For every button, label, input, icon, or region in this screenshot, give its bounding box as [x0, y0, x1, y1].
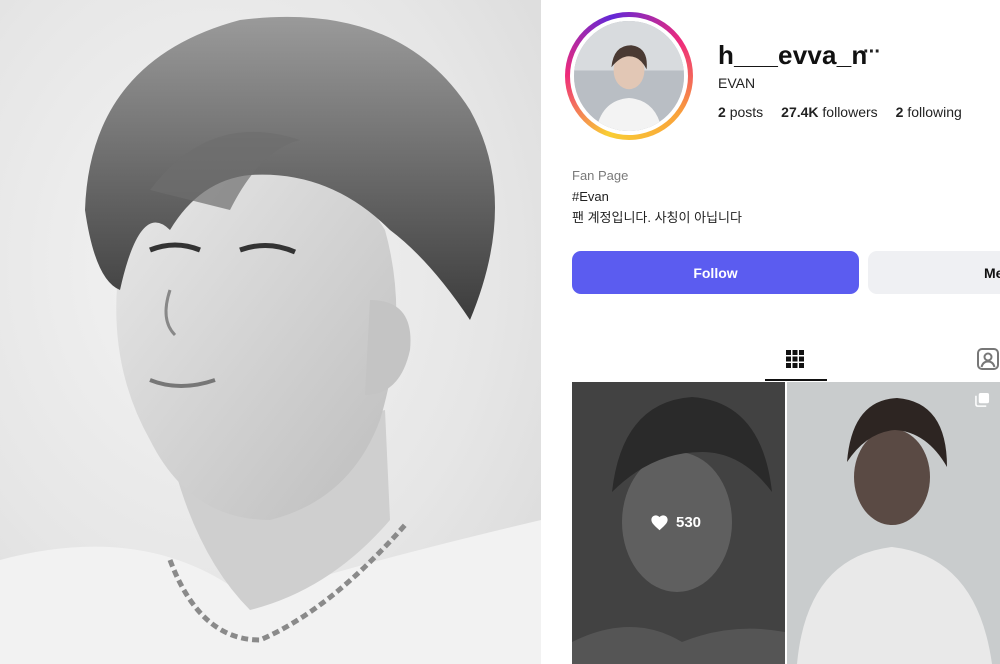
- profile-panel: h___evva_n ··· EVAN 2 posts 27.4K follow…: [543, 0, 1000, 664]
- post-thumbnail[interactable]: [787, 382, 1000, 664]
- profile-avatar[interactable]: [565, 12, 693, 140]
- portrait-photo: [0, 0, 541, 664]
- post-likes: 530: [650, 514, 701, 531]
- profile-display-name: EVAN: [718, 75, 756, 91]
- profile-username: h___evva_n: [718, 40, 868, 70]
- followers-stat[interactable]: 27.4K followers: [781, 104, 878, 120]
- more-horizontal-icon[interactable]: ···: [863, 41, 881, 64]
- following-count: 2: [895, 104, 904, 120]
- grid-icon: [786, 350, 804, 368]
- follow-button[interactable]: Follow: [572, 251, 859, 294]
- avatar-illustration: [574, 21, 684, 131]
- multiple-images-icon: [975, 392, 990, 407]
- tagged-person-icon[interactable]: [976, 347, 1000, 371]
- message-button-label: Me: [984, 264, 1000, 281]
- following-stat[interactable]: 2 following: [896, 104, 962, 120]
- following-label: following: [907, 104, 962, 120]
- posts-stat[interactable]: 2 posts: [718, 104, 763, 120]
- posts-count: 2: [718, 104, 726, 120]
- profile-stats: 2 posts 27.4K followers 2 following: [718, 104, 962, 120]
- avatar-image: [574, 21, 684, 131]
- active-tab-indicator: [765, 379, 827, 381]
- likes-count: 530: [676, 514, 702, 531]
- post-thumbnail[interactable]: 530: [572, 382, 785, 664]
- bio-hashtag[interactable]: #Evan: [572, 189, 609, 204]
- heart-icon: [651, 515, 668, 531]
- bio-text: 팬 계정입니다. 사칭이 아닙니다: [572, 210, 742, 225]
- posts-label: posts: [729, 104, 764, 120]
- portrait-illustration: [0, 16, 541, 664]
- followers-count: 27.4K: [781, 104, 819, 120]
- message-button[interactable]: Me: [868, 251, 1000, 294]
- post-image: [787, 382, 1000, 664]
- tab-posts-grid[interactable]: [765, 343, 827, 381]
- followers-label: followers: [822, 104, 878, 120]
- profile-category: Fan Page: [572, 168, 629, 183]
